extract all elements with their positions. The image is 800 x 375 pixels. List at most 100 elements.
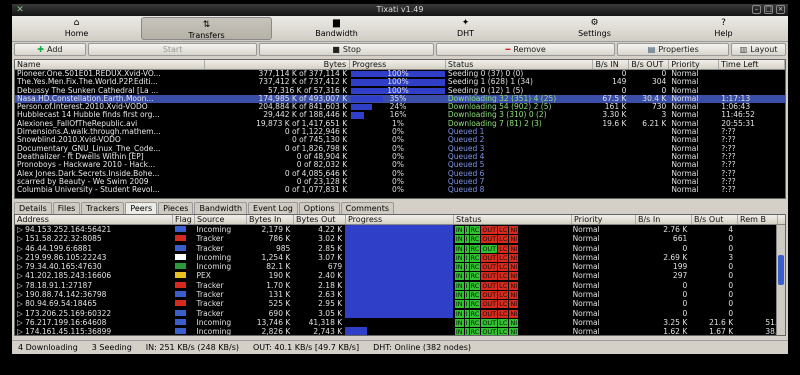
peer-state-flag: NI	[509, 226, 519, 234]
peer-row[interactable]: ▷ 79.34.40.165:47630 Incoming 82.1 K 679 IN I…	[15, 262, 785, 272]
peer-row[interactable]: ▷ 46.44.199.6:6881 Tracker 985 2.85 K IN I RC O…	[15, 243, 785, 253]
tab-comments[interactable]: Comments	[340, 202, 395, 214]
tab-peers[interactable]: Peers	[125, 202, 158, 214]
peer-address: ▷ 76.217.199.16:64608	[17, 317, 107, 327]
transfer-row[interactable]: Hubblecast 14 Hubble finds first org... 2…	[15, 111, 785, 119]
transfer-row[interactable]: Pronoboys - Hackware 2010 - Hack... 0 of …	[15, 161, 785, 169]
col-peer-priority[interactable]: Priority	[572, 215, 636, 224]
transfer-row[interactable]: Alex Jones.Dark.Secrets.Inside.Bohe... 0 …	[15, 170, 785, 178]
transfer-row[interactable]: Alexiones_FallOfTheRepublic.avi 19,873 K …	[15, 120, 785, 128]
add-button[interactable]: ✚ Add	[14, 43, 86, 56]
close-icon[interactable]: ×	[776, 5, 785, 14]
transfer-row[interactable]: Pioneer.One.S01E01.REDUX.Xvid-VO... 377,1…	[15, 70, 785, 78]
transfer-priority: Normal	[671, 70, 699, 78]
col-address[interactable]: Address	[15, 215, 173, 224]
peer-status: IN I RC OUT LC NI	[453, 244, 571, 253]
transfer-bytes: 0 of 82,032 K	[296, 161, 348, 170]
col-name[interactable]: Name	[15, 60, 205, 69]
toolbar-settings[interactable]: ⚙ Settings	[530, 16, 659, 41]
transfer-bs-out	[629, 186, 669, 194]
tab-files[interactable]: Files	[52, 202, 81, 214]
layout-icon: ▥	[739, 45, 748, 54]
transfer-row[interactable]: Dimensions.A.walk.through.mathem... 0 of …	[15, 128, 785, 136]
properties-button[interactable]: ▤ Properties	[617, 43, 730, 56]
col-rem-b[interactable]: Rem B	[738, 215, 778, 224]
peer-state-flag: RC	[469, 309, 481, 318]
minimize-icon[interactable]: –	[752, 5, 761, 14]
transfer-row[interactable]: Nasa.HD.Constellation.Earth.Moon... 174,9…	[15, 94, 785, 104]
transfer-progress: 0%	[350, 161, 446, 169]
col-bytes-in[interactable]: Bytes In	[247, 215, 294, 224]
transfer-bs-out: 0	[661, 86, 667, 95]
peer-state-flag: NI	[509, 253, 519, 262]
peer-bs-in: 0	[682, 280, 688, 290]
peer-bs-out: 0	[728, 262, 734, 272]
peer-state-flag: LC	[498, 235, 509, 244]
peer-state-flag: I	[464, 253, 469, 262]
col-peer-status[interactable]: Status	[454, 215, 572, 224]
tab-pieces[interactable]: Pieces	[158, 202, 194, 214]
col-bs-in[interactable]: B/s IN	[593, 60, 630, 69]
peer-row[interactable]: ▷ 94.153.252.164:56421 Incoming 2,179 K 4.2…	[15, 225, 785, 235]
peer-row[interactable]: ▷ 80.94.69.54:18465 Tracker 525 K 2.95 K IN I…	[15, 299, 785, 309]
col-status[interactable]: Status	[446, 60, 594, 69]
peer-row[interactable]: ▷ 41.202.185.243:16606 PEX 190 K 2.40 K IN I R…	[15, 271, 785, 281]
transfer-row[interactable]: The.Yes.Men.Fix.The.World.P2P.Editi... 73…	[15, 78, 785, 86]
peer-state-flag: OUT	[481, 300, 498, 309]
peer-bs-in: 297	[672, 271, 688, 281]
peer-source: Incoming	[196, 262, 232, 272]
col-peer-progress[interactable]: Progress	[346, 215, 454, 224]
transfer-bs-out	[629, 128, 669, 136]
col-peer-bs-in[interactable]: B/s In	[636, 215, 692, 224]
transfer-row[interactable]: Deathalizer - ft Dwells Within [EP] 0 of …	[15, 153, 785, 161]
peer-row[interactable]: ▷ 76.217.199.16:64608 Incoming 13,746 K 41,…	[15, 318, 785, 327]
toolbar-home[interactable]: ⌂ Home	[12, 16, 141, 41]
peer-row[interactable]: ▷ 173.206.25.169:60322 Tracker 690 K 3.05 K…	[15, 308, 785, 318]
transfer-bytes: 19,873 K of 1,417,651 K	[256, 119, 348, 128]
tab-options[interactable]: Options	[298, 202, 340, 214]
stop-button[interactable]: ■ Stop	[259, 43, 434, 56]
layout-button[interactable]: ▥ Layout	[731, 43, 786, 56]
transfer-row[interactable]: Documentary_GNU_Linux_The_Code... 0 of 1,…	[15, 145, 785, 153]
col-bs-out[interactable]: B/s OUT	[629, 60, 670, 69]
transfer-row[interactable]: Snowblind.2010.Xvid-VODO 0 of 745,130 K 0%…	[15, 136, 785, 144]
peer-row[interactable]: ▷ 151.58.222.32:8085 Tracker 786 K 3.02 K IN…	[15, 234, 785, 244]
transfer-priority: Normal	[671, 103, 699, 112]
peer-row[interactable]: ▷ 174.161.45.115:36899 Incoming 2,826 K 2,7…	[15, 327, 785, 336]
tab-trackers[interactable]: Trackers	[81, 202, 125, 214]
col-bytes[interactable]: Bytes	[205, 60, 351, 69]
col-peer-bs-out[interactable]: B/s Out	[692, 215, 738, 224]
tab-details[interactable]: Details	[14, 202, 52, 214]
remove-button[interactable]: ━ Remove	[435, 43, 616, 56]
peer-priority: Normal	[572, 299, 600, 309]
transfer-bytes: 0 of 48,904 K	[296, 152, 348, 161]
col-progress[interactable]: Progress	[350, 60, 446, 69]
col-priority[interactable]: Priority	[669, 60, 720, 69]
tab-bandwidth[interactable]: Bandwidth	[194, 202, 248, 214]
peer-priority: Normal	[572, 327, 600, 336]
col-source[interactable]: Source	[195, 215, 247, 224]
transfer-row[interactable]: scarred by Beauty - We Swim 2009 0 of 23,…	[15, 178, 785, 186]
maximize-icon[interactable]: □	[764, 5, 773, 14]
col-flag[interactable]: Flag	[173, 215, 195, 224]
col-time-left[interactable]: Time Left	[719, 60, 785, 69]
scrollbar-thumb[interactable]	[778, 255, 784, 285]
peer-state-flag: I	[464, 309, 469, 318]
transfer-row[interactable]: Debussy The Sunken Cathedral [La ... 57,3…	[15, 87, 785, 95]
transfer-row[interactable]: Person.of.Interest.2010.Xvid-VODO 204,884…	[15, 103, 785, 111]
toolbar-help[interactable]: ? Help	[659, 16, 788, 41]
start-button[interactable]: Start	[87, 43, 258, 56]
transfer-time-left: 11:46:52	[721, 111, 755, 120]
transfer-bs-in	[593, 161, 629, 169]
peers-scrollbar[interactable]	[776, 225, 785, 335]
peer-row[interactable]: ▷ 190.88.74.142:36798 Tracker 131 K 2.63 K I…	[15, 290, 785, 300]
peer-row[interactable]: ▷ 219.99.86.105:22243 Incoming 1,254 K 3.07…	[15, 252, 785, 263]
transfer-row[interactable]: Columbia University - Student Revol... 0 …	[15, 186, 785, 194]
col-bytes-out[interactable]: Bytes Out	[294, 215, 346, 224]
tab-event-log[interactable]: Event Log	[248, 202, 298, 214]
peer-row[interactable]: ▷ 78.18.91.1:27187 Tracker 1.70 K 2.18 K IN I…	[15, 280, 785, 291]
toolbar-dht[interactable]: ✦ DHT	[401, 16, 530, 41]
toolbar-bandwidth[interactable]: ▆ Bandwidth	[272, 16, 401, 41]
toolbar-transfers[interactable]: ⇅ Transfers	[141, 17, 272, 40]
transfer-bs-in	[593, 153, 629, 161]
